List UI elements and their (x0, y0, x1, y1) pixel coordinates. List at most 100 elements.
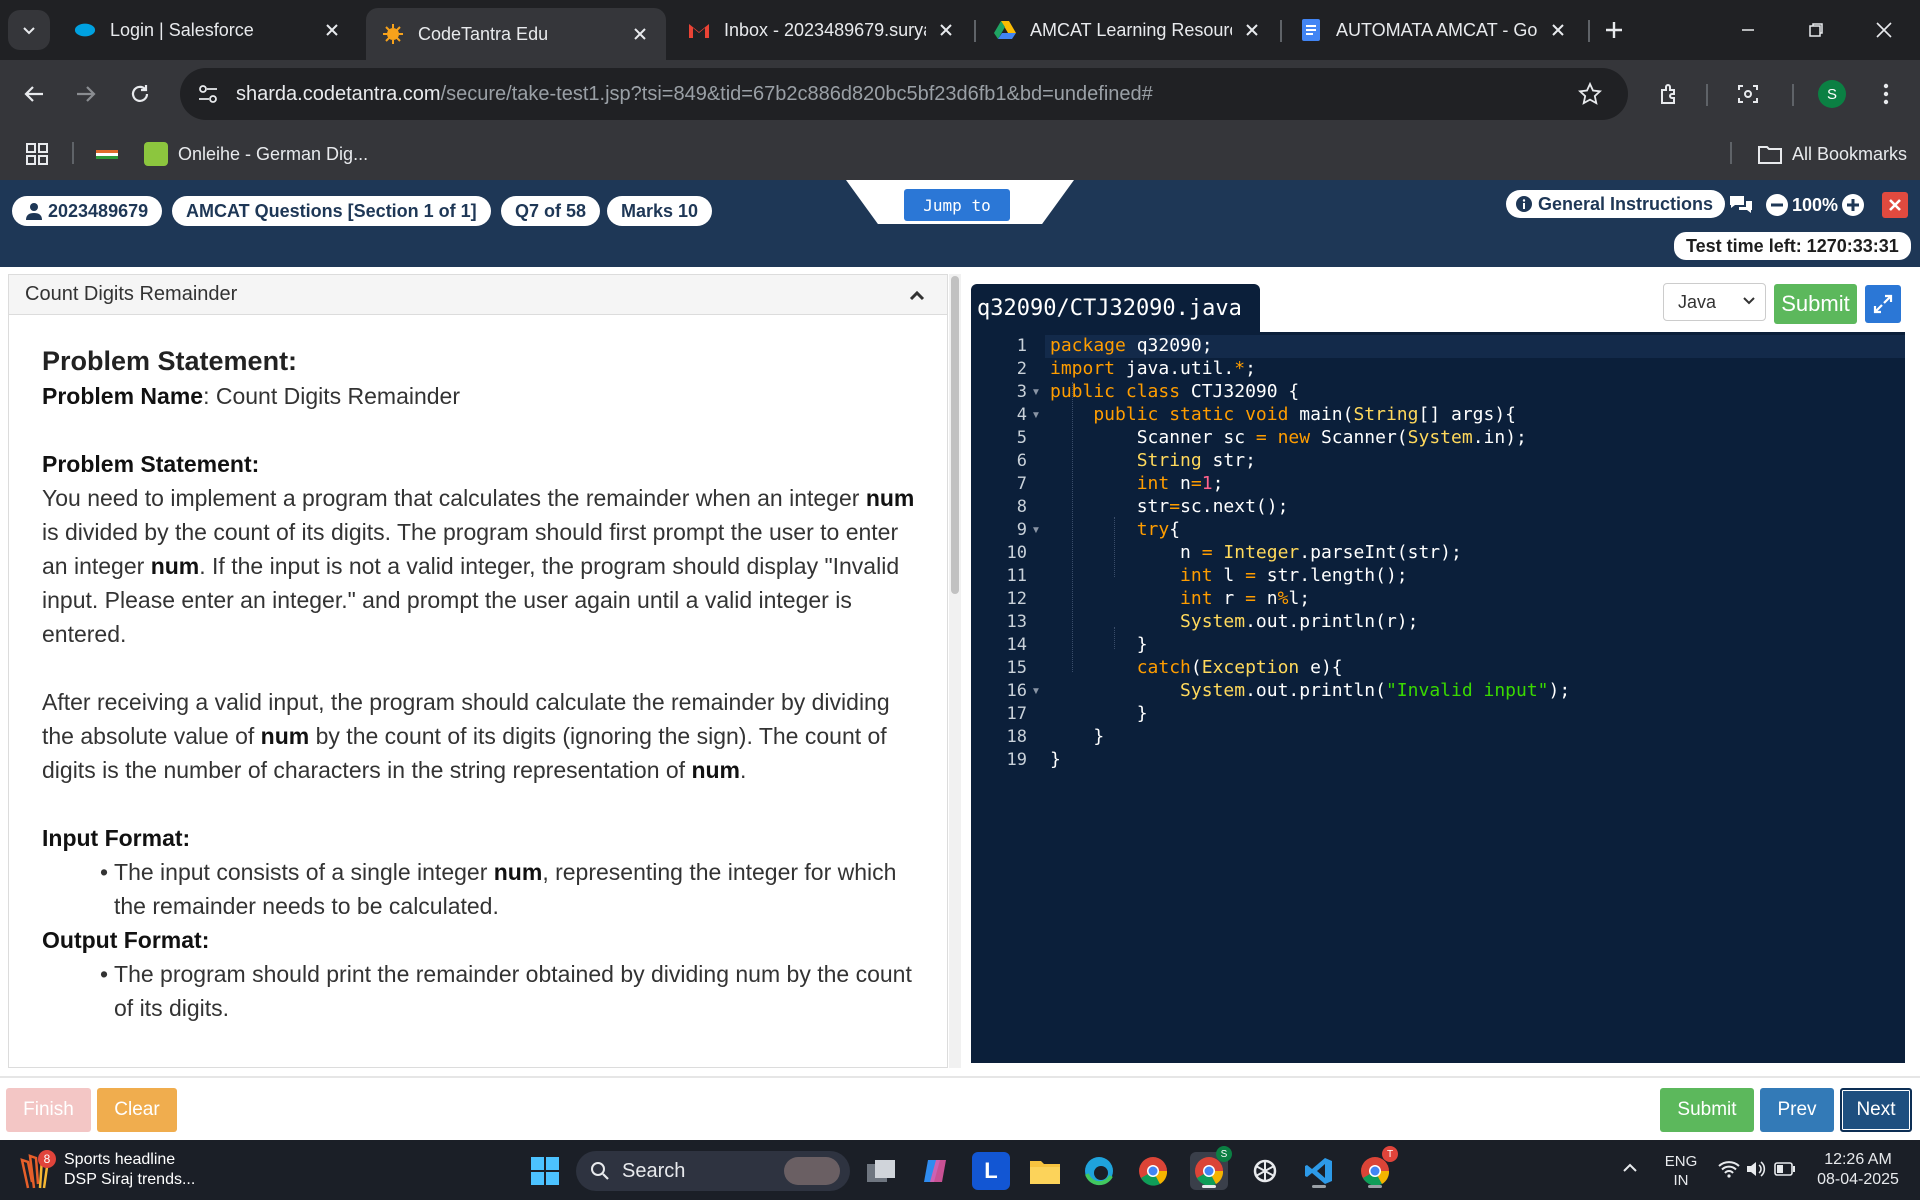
code-line: Scanner sc = new Scanner(System.in); (1050, 427, 1527, 448)
tab-salesforce[interactable]: Login | Salesforce (58, 8, 358, 52)
line-number: 16 (1006, 681, 1027, 701)
bookmark-flag-icon[interactable] (96, 138, 118, 170)
tab-codetantra[interactable]: CodeTantra Edu (366, 8, 666, 60)
news-widget[interactable]: Sports headline DSP Siraj trends... (64, 1150, 195, 1190)
tab-drive[interactable]: AMCAT Learning Resource (978, 8, 1278, 52)
close-window-button[interactable] (1854, 10, 1914, 50)
line-number: 9 (1016, 520, 1027, 540)
close-icon[interactable] (628, 22, 652, 46)
file-explorer-icon[interactable] (1026, 1152, 1064, 1190)
close-icon[interactable] (934, 18, 958, 42)
user-id-badge: 2023489679 (12, 196, 163, 226)
line-number: 6 (1016, 451, 1027, 471)
chevron-down-icon (1741, 292, 1757, 313)
tab-gmail[interactable]: Inbox - 2023489679.suryan (672, 8, 972, 52)
windows-taskbar: 8 Sports headline DSP Siraj trends... Se… (0, 1140, 1920, 1200)
vscode-icon[interactable] (1300, 1152, 1338, 1190)
more-menu-icon[interactable] (1866, 74, 1906, 114)
minimize-button[interactable] (1718, 10, 1778, 50)
wifi-icon[interactable] (1718, 1160, 1740, 1183)
windows-start-icon[interactable] (526, 1152, 564, 1190)
chatgpt-icon[interactable] (1246, 1152, 1284, 1190)
fullscreen-button[interactable] (1865, 285, 1901, 323)
fold-arrow-icon[interactable]: ▼ (1031, 387, 1041, 398)
next-button[interactable]: Next (1840, 1088, 1912, 1132)
site-info-icon[interactable] (188, 74, 228, 114)
minimize-icon (1742, 29, 1754, 31)
bookmark-star-icon[interactable] (1572, 76, 1608, 112)
clear-button[interactable]: Clear (97, 1088, 177, 1132)
language-select[interactable]: Java (1663, 283, 1766, 321)
close-icon[interactable] (1240, 18, 1264, 42)
close-icon[interactable] (1546, 18, 1570, 42)
zoom-in-icon[interactable] (1842, 194, 1864, 221)
chat-icon[interactable] (1728, 194, 1754, 221)
tab-docs[interactable]: AUTOMATA AMCAT - Goog (1284, 8, 1584, 52)
task-view-icon[interactable] (862, 1152, 900, 1190)
problem-panel-title: Count Digits Remainder (25, 283, 238, 305)
code-editor[interactable]: 1 2 3 4 5 6 7 8 9 10 11 12 13 14 15 16 1… (971, 332, 1905, 1063)
language-indicator[interactable]: ENG IN (1660, 1152, 1702, 1190)
problem-name-label: Problem Name (42, 383, 204, 409)
editor-file-tab[interactable]: q32090/CTJ32090.java (971, 284, 1260, 332)
code-line: str=sc.next(); (1050, 496, 1289, 517)
chrome-profile-s-icon[interactable]: S (1190, 1146, 1232, 1190)
battery-icon[interactable] (1774, 1162, 1796, 1181)
problem-scrollbar[interactable] (949, 274, 961, 1068)
prev-button[interactable]: Prev (1760, 1088, 1834, 1132)
finish-button[interactable]: Finish (6, 1088, 91, 1132)
editor-submit-button[interactable]: Submit (1774, 284, 1857, 324)
new-tab-button[interactable] (1596, 12, 1632, 48)
edge-icon[interactable] (1080, 1152, 1118, 1190)
news-widget-icon[interactable]: 8 (20, 1150, 60, 1190)
submit-button[interactable]: Submit (1660, 1088, 1754, 1132)
user-id: 2023489679 (48, 200, 149, 221)
restore-button[interactable] (1786, 10, 1846, 50)
line-number: 4 (1016, 405, 1027, 425)
tab-separator (1280, 20, 1282, 42)
bookmark-onleihe[interactable]: Onleihe - German Dig... (144, 138, 368, 170)
problem-panel-header[interactable]: Count Digits Remainder (9, 275, 947, 315)
close-test-button[interactable] (1882, 192, 1908, 218)
jump-to-button[interactable]: Jump to (904, 189, 1010, 221)
onleihe-icon (144, 142, 168, 166)
line-number: 8 (1016, 497, 1027, 517)
scrollbar-thumb[interactable] (951, 276, 959, 594)
clock[interactable]: 12:26 AM 08-04-2025 (1808, 1150, 1908, 1190)
general-instructions-button[interactable]: General Instructions (1506, 190, 1726, 218)
screenshot-icon[interactable] (1728, 74, 1768, 114)
close-icon[interactable] (320, 18, 344, 42)
code-line: public static void main(String[] args){ (1050, 404, 1517, 425)
back-button[interactable] (14, 74, 54, 114)
profile-avatar[interactable]: S (1818, 80, 1846, 108)
action-bar: Finish Clear Submit Prev Next (0, 1076, 1920, 1140)
copilot-icon[interactable] (916, 1152, 954, 1190)
chevron-up-icon[interactable] (905, 283, 929, 307)
zoom-out-icon[interactable] (1766, 194, 1788, 221)
tab-search-button[interactable] (8, 10, 50, 50)
chrome-icon[interactable] (1134, 1152, 1172, 1190)
news-title: Sports headline (64, 1151, 176, 1168)
fold-arrow-icon[interactable]: ▼ (1031, 525, 1041, 536)
line-number: 10 (1006, 543, 1027, 563)
chevron-up-icon[interactable] (1622, 1160, 1638, 1178)
l-app-icon[interactable]: L (972, 1152, 1010, 1190)
expand-icon (1873, 294, 1893, 314)
clock-date: 08-04-2025 (1817, 1171, 1899, 1188)
plus-icon (1606, 22, 1622, 38)
code-line: } (1050, 726, 1105, 747)
fold-arrow-icon[interactable]: ▼ (1031, 686, 1041, 697)
all-bookmarks[interactable]: All Bookmarks (1758, 138, 1907, 170)
volume-icon[interactable] (1746, 1160, 1766, 1183)
arrow-right-icon (77, 86, 96, 102)
chrome-profile-t-icon[interactable]: T (1356, 1146, 1398, 1190)
taskbar-search[interactable]: Search (576, 1151, 850, 1191)
fold-arrow-icon[interactable]: ▼ (1031, 410, 1041, 421)
extensions-icon[interactable] (1650, 74, 1690, 114)
forward-button[interactable] (66, 74, 106, 114)
code-line: int l = str.length(); (1050, 565, 1408, 586)
apps-grid-icon[interactable] (26, 138, 48, 170)
reload-button[interactable] (120, 74, 160, 114)
address-bar[interactable]: sharda.codetantra.com/secure/take-test1.… (180, 68, 1628, 120)
line-number: 18 (1006, 727, 1027, 747)
